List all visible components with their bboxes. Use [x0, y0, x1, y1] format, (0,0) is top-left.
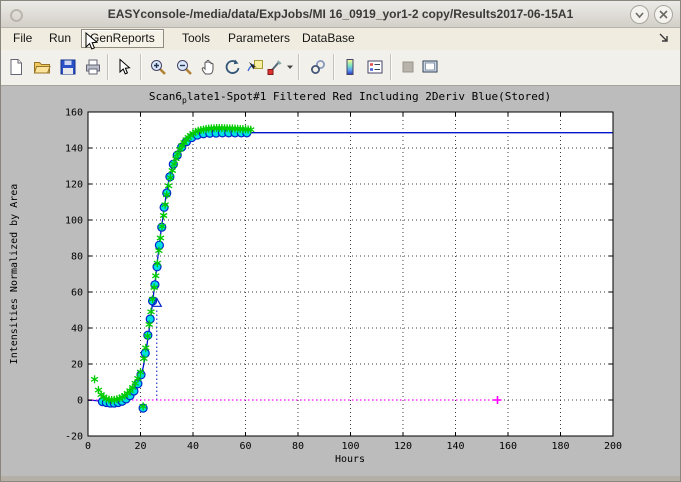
printer-icon	[84, 58, 102, 76]
mouse-cursor	[85, 32, 98, 56]
svg-text:140: 140	[65, 144, 83, 155]
data-cursor-icon	[246, 58, 264, 76]
menu-tools[interactable]: Tools	[178, 30, 214, 47]
svg-text:0: 0	[77, 396, 83, 407]
y-axis-label: Intensities Normalized by Area	[9, 184, 20, 365]
pan-button[interactable]	[197, 56, 219, 78]
link-plot-button[interactable]	[307, 56, 329, 78]
save-figure-button[interactable]	[57, 56, 79, 78]
svg-text:40: 40	[187, 441, 199, 452]
hide-plot-tools-button[interactable]	[397, 56, 419, 78]
window-title: EASYconsole-/media/data/ExpJobs/MI 16_09…	[1, 1, 680, 27]
svg-text:200: 200	[604, 441, 622, 452]
toolbar-separator	[333, 54, 335, 80]
svg-text:180: 180	[551, 441, 569, 452]
svg-text:80: 80	[292, 441, 304, 452]
toolbar	[1, 50, 680, 86]
svg-text:100: 100	[341, 441, 359, 452]
brush-data-button[interactable]	[266, 56, 284, 78]
new-figure-button[interactable]	[5, 56, 27, 78]
menu-database[interactable]: DataBase	[298, 30, 359, 47]
svg-text:160: 160	[499, 441, 517, 452]
shade-button[interactable]	[630, 5, 649, 24]
legend-icon	[366, 58, 384, 76]
show-plot-tools-icon	[421, 58, 439, 76]
print-figure-button[interactable]	[82, 56, 104, 78]
caret-down-icon	[286, 63, 294, 71]
window-bottom-border	[1, 476, 680, 481]
close-button[interactable]	[654, 5, 673, 24]
plot-canvas: 020406080100120140160180200-200204060801…	[65, 108, 622, 453]
chevron-down-icon	[634, 9, 645, 20]
toolbar-separator	[298, 54, 300, 80]
svg-text:100: 100	[65, 216, 83, 227]
zoom-out-button[interactable]	[173, 56, 195, 78]
menu-parameters[interactable]: Parameters	[224, 30, 294, 47]
rotate-icon	[223, 58, 241, 76]
svg-text:20: 20	[71, 360, 83, 371]
colorbar-icon	[341, 58, 359, 76]
open-file-button[interactable]	[31, 56, 53, 78]
app-window: EASYconsole-/media/data/ExpJobs/MI 16_09…	[0, 0, 681, 482]
hide-plot-tools-icon	[399, 58, 417, 76]
insert-colorbar-button[interactable]	[339, 56, 361, 78]
insert-legend-button[interactable]	[364, 56, 386, 78]
svg-text:120: 120	[65, 180, 83, 191]
svg-text:160: 160	[65, 108, 83, 119]
svg-text:0: 0	[85, 441, 91, 452]
zoom-in-button[interactable]	[147, 56, 169, 78]
plot-title: Scan6plate1-Spot#1 Filtered Red Includin…	[149, 90, 551, 105]
zoom-out-icon	[175, 58, 193, 76]
zoom-in-icon	[149, 58, 167, 76]
plot-svg[interactable]: 020406080100120140160180200-200204060801…	[3, 86, 678, 476]
pointer-icon	[115, 58, 133, 76]
show-plot-tools-button[interactable]	[419, 56, 441, 78]
chain-link-icon	[309, 58, 327, 76]
svg-text:40: 40	[71, 324, 83, 335]
toolbar-separator	[390, 54, 392, 80]
brush-icon	[266, 58, 284, 76]
hand-pan-icon	[199, 58, 217, 76]
svg-text:-20: -20	[65, 432, 83, 443]
pointer-button[interactable]	[113, 56, 135, 78]
svg-text:20: 20	[134, 441, 146, 452]
title-bar[interactable]: EASYconsole-/media/data/ExpJobs/MI 16_09…	[1, 1, 680, 28]
svg-text:80: 80	[71, 252, 83, 263]
figure-area[interactable]: 020406080100120140160180200-200204060801…	[3, 86, 678, 476]
toolbar-separator	[140, 54, 142, 80]
toolbar-separator	[107, 54, 109, 80]
data-cursor-button[interactable]	[244, 56, 266, 78]
rotate-3d-button[interactable]	[221, 56, 243, 78]
brush-dropdown-button[interactable]	[285, 56, 295, 78]
undock-arrow-icon[interactable]	[658, 32, 670, 47]
open-folder-icon	[33, 58, 51, 76]
close-icon	[658, 9, 669, 20]
menu-run[interactable]: Run	[45, 30, 75, 47]
new-document-icon	[7, 58, 25, 76]
svg-text:140: 140	[446, 441, 464, 452]
x-axis-label: Hours	[335, 454, 365, 465]
menu-file[interactable]: File	[9, 30, 36, 47]
svg-text:120: 120	[394, 441, 412, 452]
svg-text:60: 60	[71, 288, 83, 299]
svg-text:60: 60	[239, 441, 251, 452]
menu-bar: File Run GenReports Tools Parameters Dat…	[1, 28, 680, 50]
save-icon	[59, 58, 77, 76]
